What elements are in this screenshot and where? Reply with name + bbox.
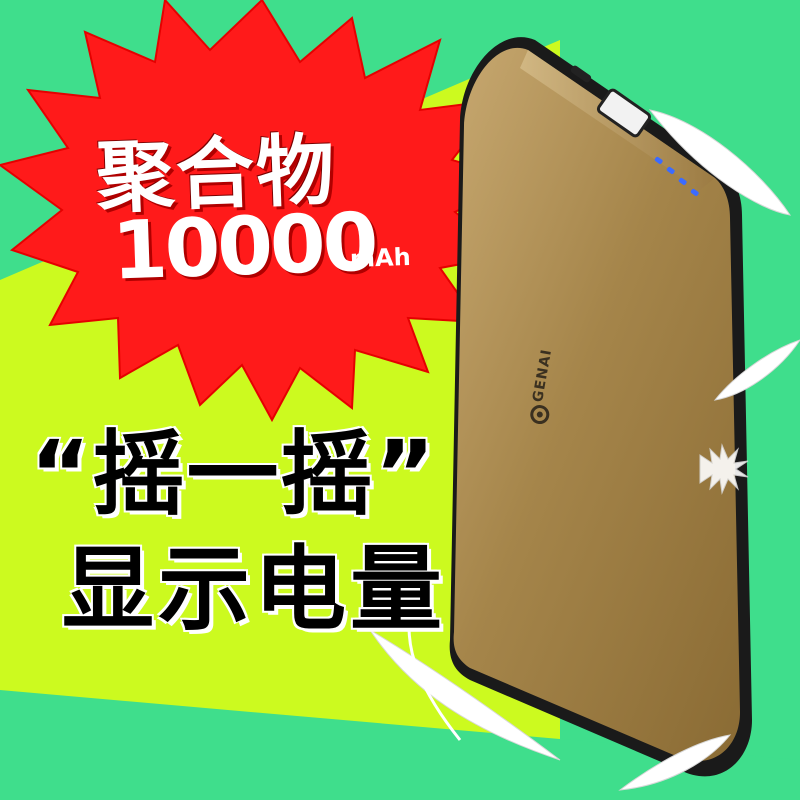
brand-logo-text: GENAI (530, 347, 556, 404)
feature-headline: “摇一摇” (30, 421, 437, 528)
product-ad-banner: GENAI 聚合物 10000 mAh “摇一摇” 显示电量 (0, 0, 800, 800)
capacity-value: 10000 (110, 195, 377, 298)
feature-subheadline: 显示电量 (62, 536, 447, 643)
capacity-unit: mAh (349, 242, 412, 274)
